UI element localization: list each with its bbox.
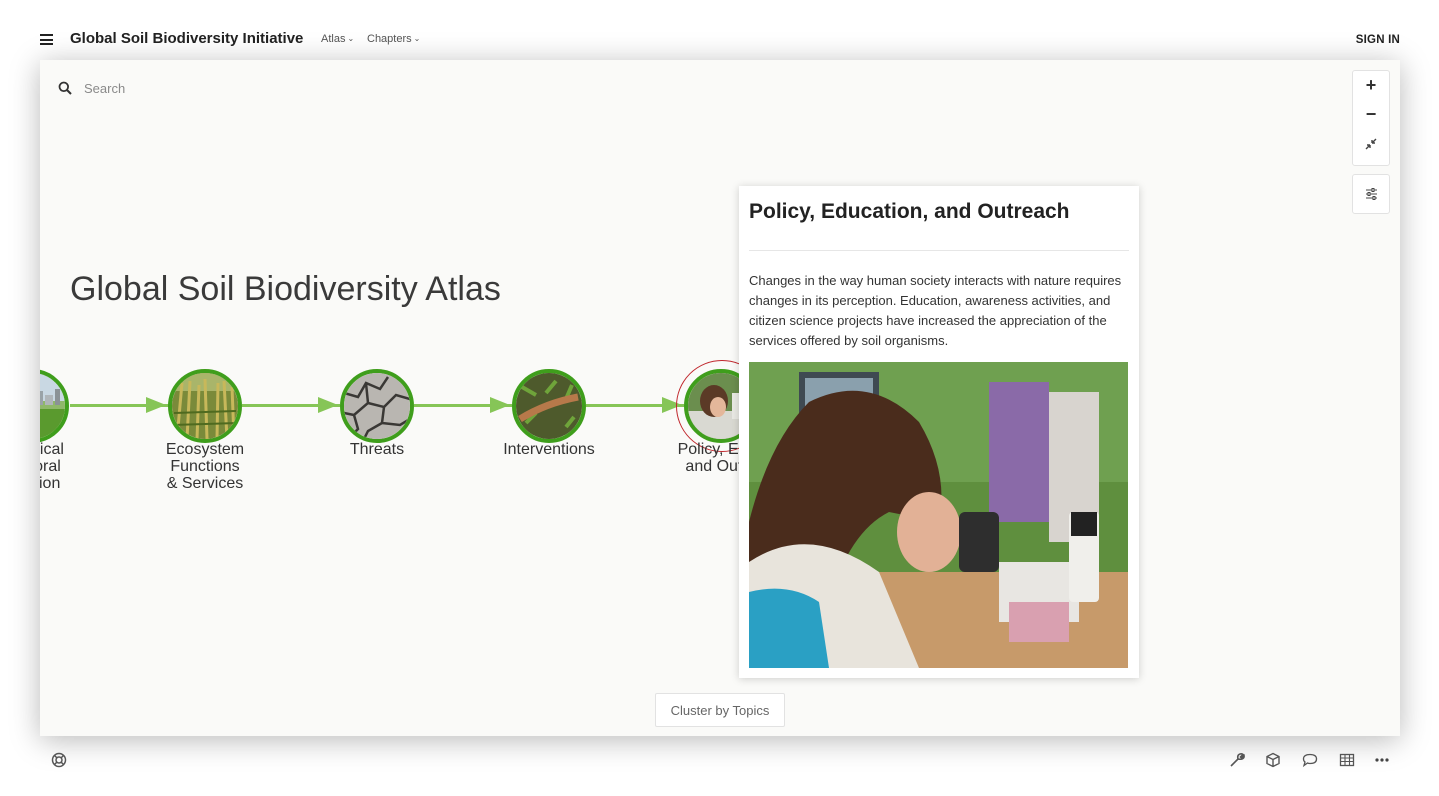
- node-label: Threats: [349, 441, 405, 458]
- node-ecosystem-functions[interactable]: [168, 369, 242, 443]
- node-label: Ecosystem Functions & Services: [165, 441, 245, 492]
- chevron-down-icon: ⌄: [347, 34, 355, 43]
- hamburger-menu-icon[interactable]: [40, 34, 53, 45]
- plus-icon: +: [1365, 75, 1377, 95]
- city-skyline-image: [40, 373, 65, 439]
- search-bar: [58, 78, 318, 98]
- filter-settings-button[interactable]: [1352, 174, 1390, 214]
- zoom-controls: + −: [1352, 70, 1390, 166]
- card-title: Policy, Education, and Outreach: [749, 200, 1070, 223]
- chapters-menu-label: Chapters: [367, 33, 412, 45]
- table-grid-icon[interactable]: [1339, 752, 1355, 768]
- divider: [749, 250, 1129, 251]
- root-in-soil-image: [516, 373, 582, 439]
- search-input[interactable]: [84, 80, 284, 96]
- node-label: Interventions: [503, 441, 595, 458]
- cracked-soil-image: [344, 373, 410, 439]
- crop-field-image: [172, 373, 238, 439]
- help-lifebuoy-icon[interactable]: [51, 752, 67, 768]
- minus-icon: −: [1365, 104, 1377, 124]
- zoom-in-button[interactable]: +: [1353, 71, 1389, 100]
- flow-arrow-head: [318, 397, 338, 413]
- atlas-menu-label: Atlas: [321, 33, 346, 45]
- zoom-out-button[interactable]: −: [1353, 100, 1389, 129]
- card-description: Changes in the way human society interac…: [749, 273, 1122, 348]
- girl-looking-into-microscope-image: [749, 362, 1128, 668]
- cube-icon[interactable]: [1265, 752, 1281, 768]
- atlas-canvas[interactable]: Global Soil Biodiversity Atlas phical po…: [40, 60, 1400, 736]
- node-detail-card: Policy, Education, and Outreach Changes …: [739, 186, 1139, 678]
- search-icon: [58, 81, 72, 95]
- comment-icon[interactable]: [1302, 752, 1318, 768]
- chevron-down-icon: ⌄: [413, 34, 421, 43]
- flow-arrow-head: [490, 397, 510, 413]
- node-threats[interactable]: [340, 369, 414, 443]
- card-photo: [749, 362, 1128, 668]
- node-interventions[interactable]: [512, 369, 586, 443]
- top-bar: Global Soil Biodiversity Initiative Atla…: [0, 0, 1439, 60]
- wrench-icon[interactable]: [1229, 752, 1245, 768]
- sign-in-button[interactable]: SIGN IN: [1356, 34, 1400, 46]
- atlas-menu[interactable]: Atlas ⌄: [321, 33, 354, 45]
- collapse-arrows-icon: [1365, 138, 1377, 149]
- chapters-menu[interactable]: Chapters ⌄: [367, 33, 420, 45]
- sliders-icon: [1365, 188, 1377, 200]
- atlas-title: Global Soil Biodiversity Atlas: [70, 270, 501, 308]
- more-options-icon[interactable]: [1374, 752, 1390, 768]
- fit-to-screen-button[interactable]: [1353, 129, 1389, 158]
- bottom-bar: [0, 736, 1439, 796]
- site-brand[interactable]: Global Soil Biodiversity Initiative: [70, 30, 303, 47]
- flow-arrow-head: [146, 397, 166, 413]
- node-label: phical poral ution: [40, 441, 64, 492]
- node-geographical-temporal-distribution[interactable]: [40, 369, 69, 443]
- cluster-by-topics-button[interactable]: Cluster by Topics: [655, 693, 785, 727]
